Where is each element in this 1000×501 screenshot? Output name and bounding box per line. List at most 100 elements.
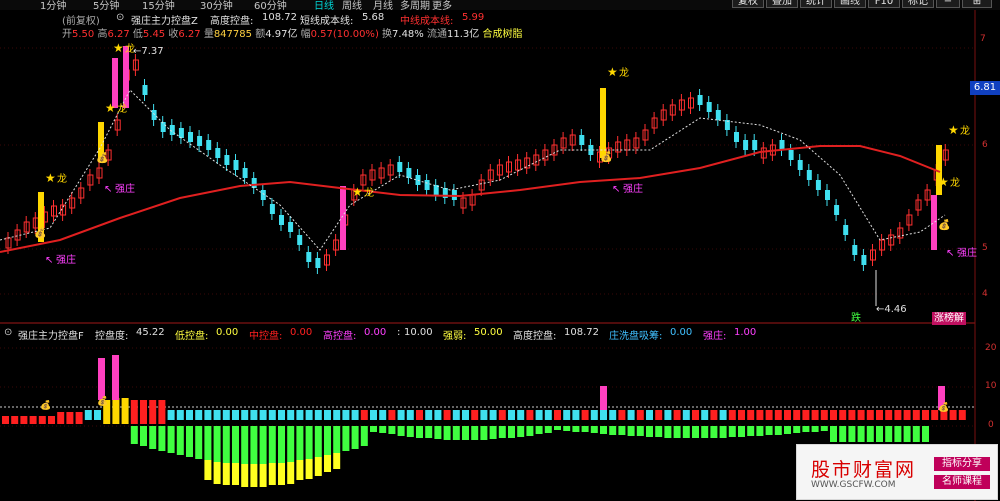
dragon-label: 龙 xyxy=(960,124,970,137)
wash-bar xyxy=(710,426,718,438)
wash-bar xyxy=(333,426,341,453)
control-bar xyxy=(232,410,239,420)
sub-indicator-dropdown-icon[interactable]: ⊙ xyxy=(4,327,12,338)
control-bar xyxy=(793,410,801,420)
control-bar xyxy=(710,410,718,420)
control-bar xyxy=(876,410,883,420)
wash-bar xyxy=(158,426,166,451)
wash-bar xyxy=(627,426,635,436)
sub-axis-label: 20 xyxy=(985,343,997,353)
control-bar xyxy=(195,410,203,420)
control-bar xyxy=(259,410,267,420)
control-bar xyxy=(922,410,929,420)
wash-bar xyxy=(268,426,276,463)
sub-field-label: : xyxy=(397,327,401,338)
control-bar xyxy=(360,410,368,420)
wash-bar xyxy=(342,426,350,451)
sub-field-value: 0.00 xyxy=(364,327,387,338)
control-bar xyxy=(857,410,865,420)
kline-chart[interactable]: ★ 龙★ 龙★ 龙★ 龙★ 龙★ 龙★ 龙💰💰 💰💰↖ 强庄↖ 强庄 ↖ 强庄↖ 强庄←7.37←4.46… xyxy=(0,0,1000,501)
candle-body xyxy=(142,85,148,95)
candle-body xyxy=(306,252,312,262)
wash-bar-deep xyxy=(314,457,322,476)
wash-bar xyxy=(747,426,755,436)
control-bar xyxy=(397,410,405,420)
candle-body xyxy=(251,178,257,188)
control-bar xyxy=(388,410,396,420)
candle-body xyxy=(279,215,284,225)
control-bar xyxy=(563,410,571,420)
control-bar xyxy=(526,410,534,420)
wash-bar-deep xyxy=(268,463,276,485)
control-bar xyxy=(673,410,681,420)
wash-bar xyxy=(554,426,561,430)
control-bar xyxy=(2,416,9,424)
control-bar xyxy=(646,410,653,420)
wash-bar xyxy=(572,426,580,432)
signal-bar xyxy=(600,88,606,158)
control-bar xyxy=(84,410,92,420)
control-bar xyxy=(554,410,561,420)
wash-bar xyxy=(590,426,598,433)
sub-field-label: 强庄: xyxy=(703,331,727,342)
wash-bar-deep xyxy=(241,464,249,487)
control-bar xyxy=(784,410,791,420)
watermark-brand: 股市财富网 xyxy=(811,459,917,481)
control-bar xyxy=(958,410,966,420)
wash-bar xyxy=(609,426,617,435)
money-bag-icon: 💰 xyxy=(938,401,949,413)
control-bar xyxy=(140,400,147,424)
candle-body xyxy=(788,150,794,160)
control-bar xyxy=(296,410,304,420)
control-bar xyxy=(158,400,166,424)
wash-bar xyxy=(314,426,322,457)
wash-bar xyxy=(176,426,184,455)
candle-body xyxy=(706,102,712,112)
control-bar xyxy=(351,410,359,420)
candle-body xyxy=(752,140,758,150)
control-bar xyxy=(149,400,157,424)
control-bar xyxy=(802,410,810,420)
indicator-share-badge[interactable]: 指标分享 xyxy=(934,457,990,471)
wash-bar xyxy=(379,426,387,433)
wash-bar xyxy=(287,426,295,462)
control-bar xyxy=(471,410,479,420)
control-bar xyxy=(121,398,129,424)
candle-body xyxy=(197,136,203,146)
control-bar xyxy=(600,410,607,420)
control-bar xyxy=(241,410,249,420)
teacher-course-badge[interactable]: 名师课程 xyxy=(934,475,990,489)
sub-field-value: 0.00 xyxy=(670,327,693,338)
wash-bar xyxy=(673,426,681,438)
money-bag-icon: 💰 xyxy=(40,399,51,411)
wash-bar xyxy=(425,426,433,438)
strong-bar xyxy=(98,358,105,400)
arrow-icon: ↖ xyxy=(45,255,53,266)
sub-field-label: 强弱: xyxy=(443,331,467,342)
wash-bar xyxy=(857,426,865,442)
wash-bar xyxy=(462,426,469,440)
wash-bar xyxy=(443,426,451,440)
candle-body xyxy=(160,122,166,132)
sub-indicator-name[interactable]: 强庄主力控盘F xyxy=(18,327,84,342)
candle-body xyxy=(424,180,430,190)
money-bag-icon: 💰 xyxy=(97,395,108,407)
control-bar xyxy=(903,410,911,420)
dragon-label: 龙 xyxy=(117,102,127,115)
wash-bar xyxy=(655,426,663,437)
control-bar xyxy=(508,410,515,420)
control-bar xyxy=(406,410,414,420)
strong-label: 强庄 xyxy=(623,182,643,195)
dragon-label: 龙 xyxy=(364,186,374,199)
star-icon: ★ xyxy=(113,41,124,55)
control-bar xyxy=(517,410,525,420)
sub-field-value: 1.00 xyxy=(734,327,757,338)
control-bar xyxy=(416,410,423,420)
candle-body xyxy=(406,168,412,178)
wash-bar xyxy=(388,426,396,434)
wash-bar xyxy=(526,426,534,436)
wash-bar xyxy=(397,426,405,436)
wash-bar xyxy=(600,426,607,434)
wash-bar xyxy=(434,426,442,439)
control-bar xyxy=(112,398,120,424)
